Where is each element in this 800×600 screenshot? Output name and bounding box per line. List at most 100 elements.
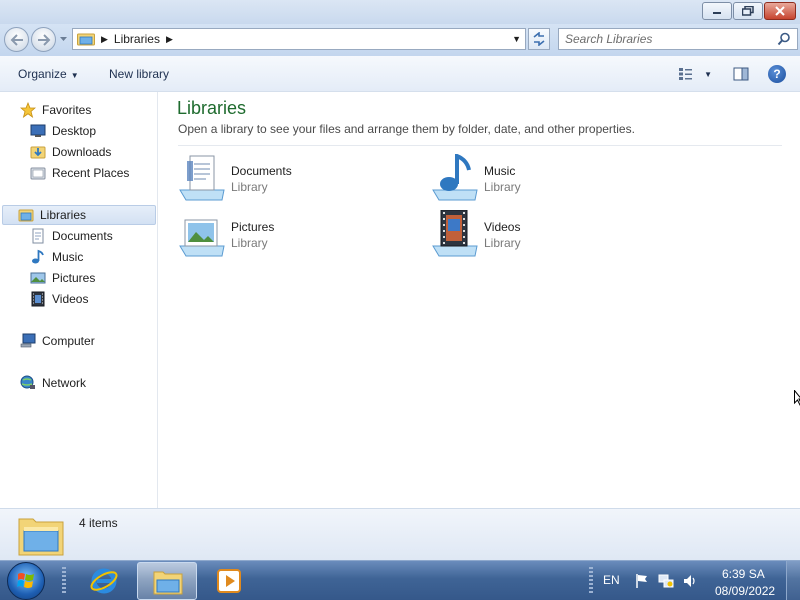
- nav-videos-label: Videos: [52, 292, 89, 306]
- preview-pane-icon[interactable]: [733, 66, 749, 82]
- recent-pages-dropdown[interactable]: [59, 34, 68, 43]
- volume-icon[interactable]: [682, 573, 698, 589]
- library-item-type: Library: [231, 236, 268, 250]
- nav-favorites[interactable]: Favorites: [20, 100, 91, 120]
- search-input[interactable]: [565, 32, 765, 46]
- restore-icon: [742, 6, 754, 16]
- library-item-documents[interactable]: Documents Library: [178, 154, 418, 202]
- pictures-icon: [30, 272, 46, 284]
- chevron-down-icon: [60, 37, 67, 41]
- library-item-videos[interactable]: Videos Library: [431, 210, 671, 258]
- library-item-type: Library: [484, 236, 521, 250]
- view-dropdown-icon: ▼: [704, 69, 712, 79]
- music-library-icon: [432, 154, 478, 201]
- organize-label: Organize: [18, 67, 67, 81]
- command-bar: Organize ▼ New library ▼ ?: [0, 56, 800, 92]
- arrow-left-icon: [5, 28, 28, 51]
- nav-documents[interactable]: Documents: [30, 226, 113, 246]
- nav-libraries[interactable]: Libraries: [2, 205, 156, 225]
- nav-downloads-label: Downloads: [52, 145, 112, 159]
- internet-explorer-icon: [90, 568, 118, 594]
- desktop-icon: [30, 124, 46, 137]
- show-desktop-button[interactable]: [786, 561, 800, 600]
- nav-favorites-label: Favorites: [42, 103, 92, 117]
- pictures-library-icon: [179, 219, 225, 257]
- navigation-pane: Favorites Desktop Downloads Recent Place…: [0, 92, 158, 508]
- item-count: 4 items: [79, 516, 118, 530]
- nav-network[interactable]: Network: [20, 373, 86, 393]
- arrow-right-icon: [32, 28, 55, 51]
- navigation-bar: ▶ Libraries ▶ ▼: [0, 24, 800, 56]
- nav-pictures[interactable]: Pictures: [30, 268, 95, 288]
- downloads-icon: [30, 146, 46, 159]
- view-options-icon: [679, 68, 693, 80]
- libraries-icon: [18, 209, 34, 222]
- language-indicator[interactable]: EN: [603, 573, 620, 587]
- search-box[interactable]: [558, 28, 798, 50]
- divider: [178, 145, 782, 146]
- back-button[interactable]: [4, 27, 29, 52]
- forward-button[interactable]: [31, 27, 56, 52]
- library-item-name: Music: [484, 164, 516, 178]
- help-button[interactable]: ?: [768, 65, 786, 83]
- taskbar-grip[interactable]: [62, 567, 66, 595]
- videos-library-icon: [432, 210, 478, 257]
- star-icon: [20, 102, 36, 118]
- library-item-type: Library: [231, 180, 268, 194]
- clock-date[interactable]: 08/09/2022: [715, 584, 775, 598]
- nav-pictures-label: Pictures: [52, 271, 96, 285]
- clock-time[interactable]: 6:39 SA: [722, 567, 765, 581]
- maximize-button[interactable]: [733, 2, 763, 20]
- action-center-flag-icon[interactable]: [634, 573, 650, 589]
- page-description: Open a library to see your files and arr…: [178, 122, 635, 136]
- chevron-down-icon: ▼: [70, 71, 79, 80]
- breadcrumb-separator-icon[interactable]: ▶: [101, 34, 108, 45]
- nav-recent-places[interactable]: Recent Places: [30, 163, 129, 183]
- breadcrumb-expand-icon[interactable]: ▶: [166, 34, 173, 45]
- documents-library-icon: [179, 155, 225, 201]
- nav-recent-places-label: Recent Places: [52, 166, 130, 180]
- change-view-button[interactable]: ▼: [678, 66, 712, 82]
- search-icon[interactable]: [777, 32, 791, 46]
- library-item-name: Pictures: [231, 220, 275, 234]
- nav-downloads[interactable]: Downloads: [30, 142, 111, 162]
- taskbar-media-player[interactable]: [200, 562, 260, 600]
- breadcrumb-libraries[interactable]: Libraries: [114, 32, 160, 46]
- close-button[interactable]: [764, 2, 796, 20]
- library-item-type: Library: [484, 180, 521, 194]
- nav-computer-label: Computer: [42, 334, 95, 348]
- title-bar: [0, 0, 800, 24]
- minimize-button[interactable]: [702, 2, 732, 20]
- nav-desktop-label: Desktop: [52, 124, 97, 138]
- nav-libraries-label: Libraries: [40, 208, 87, 222]
- taskbar: EN 6:39 SA 08/09/2022: [0, 560, 800, 600]
- windows-logo-icon: [17, 573, 34, 588]
- organize-button[interactable]: Organize ▼: [18, 67, 79, 81]
- start-button[interactable]: [7, 562, 45, 600]
- nav-desktop[interactable]: Desktop: [30, 121, 96, 141]
- nav-videos[interactable]: Videos: [30, 289, 88, 309]
- library-item-name: Videos: [484, 220, 521, 234]
- close-icon: [775, 6, 785, 16]
- videos-icon: [31, 291, 45, 307]
- refresh-button[interactable]: [528, 28, 550, 50]
- new-library-button[interactable]: New library: [109, 67, 169, 81]
- tray-grip[interactable]: [589, 567, 593, 595]
- details-pane: 4 items: [0, 508, 800, 560]
- nav-computer[interactable]: Computer: [20, 331, 95, 351]
- network-icon: [20, 375, 35, 389]
- content-pane: Libraries Open a library to see your fil…: [159, 92, 800, 508]
- nav-network-label: Network: [42, 376, 87, 390]
- taskbar-windows-explorer[interactable]: [137, 562, 197, 600]
- window-controls: [702, 2, 796, 20]
- libraries-folder-icon: [18, 518, 64, 556]
- windows-explorer-icon: [153, 571, 183, 595]
- address-bar[interactable]: ▶ Libraries ▶ ▼: [72, 28, 526, 50]
- nav-music-label: Music: [52, 250, 84, 264]
- taskbar-internet-explorer[interactable]: [74, 562, 134, 600]
- network-status-icon[interactable]: [658, 573, 674, 589]
- library-item-music[interactable]: Music Library: [431, 154, 671, 202]
- library-item-pictures[interactable]: Pictures Library: [178, 210, 418, 258]
- address-dropdown-icon[interactable]: ▼: [512, 34, 521, 44]
- nav-music[interactable]: Music: [30, 247, 83, 267]
